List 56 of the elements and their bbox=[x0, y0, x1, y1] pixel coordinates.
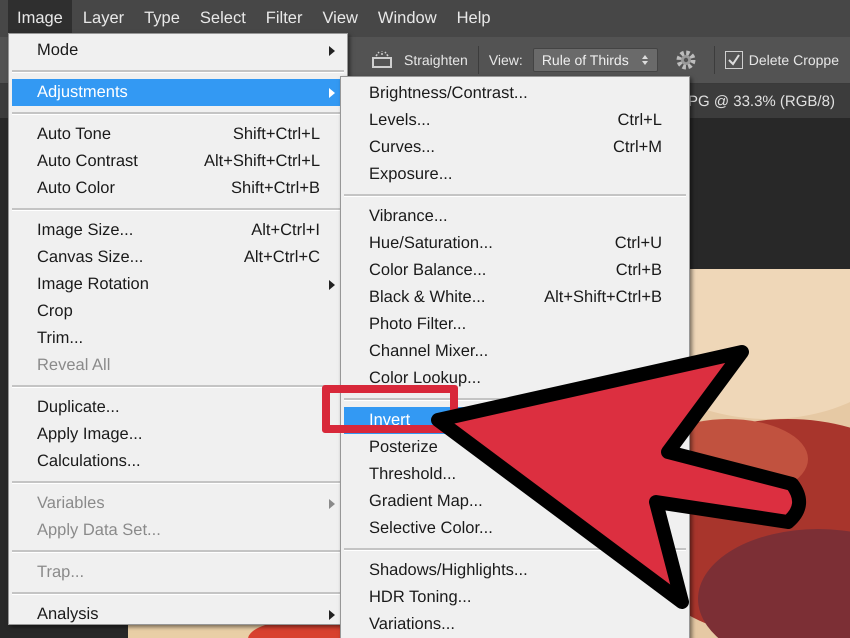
menu-bar-item[interactable]: Select bbox=[190, 0, 255, 37]
menu-item[interactable]: Mode bbox=[37, 41, 78, 59]
menu-item[interactable]: Color Balance... bbox=[369, 261, 486, 279]
menu-item[interactable]: Selective Color... bbox=[369, 519, 493, 537]
menu-item[interactable]: Gradient Map... bbox=[369, 492, 483, 510]
menu-item[interactable]: Curves... bbox=[369, 138, 436, 156]
menu-item[interactable]: Photo Filter... bbox=[369, 315, 466, 333]
menu-item[interactable]: HDR Toning... bbox=[369, 588, 472, 606]
stepper-icon bbox=[640, 54, 649, 66]
menu-item[interactable]: Posterize bbox=[369, 438, 438, 456]
menu-item[interactable]: Levels... bbox=[369, 111, 430, 129]
level-icon[interactable] bbox=[370, 50, 394, 70]
shortcut-label: Shift+Ctrl+L bbox=[232, 125, 320, 144]
shortcut-label: Shift+Ctrl+B bbox=[231, 179, 320, 198]
menu-bar-item[interactable]: Layer bbox=[74, 0, 134, 37]
menu-item[interactable]: Brightness/Contrast... bbox=[369, 84, 528, 102]
menu-item[interactable]: Crop bbox=[37, 302, 73, 320]
shortcut-label: Ctrl+L bbox=[618, 111, 662, 130]
straighten-label[interactable]: Straighten bbox=[404, 52, 468, 68]
menu-item[interactable]: Channel Mixer... bbox=[369, 342, 488, 360]
menu-bar-item[interactable]: Help bbox=[448, 0, 500, 37]
menu-item[interactable]: Shadows/Highlights... bbox=[369, 561, 528, 579]
menu-item[interactable]: Threshold... bbox=[369, 465, 456, 483]
menu-item[interactable]: Auto Contrast bbox=[37, 152, 138, 170]
menu-item[interactable]: Canvas Size... bbox=[37, 248, 144, 266]
menu-item[interactable]: Hue/Saturation... bbox=[369, 234, 493, 252]
menu-item[interactable]: Auto Tone bbox=[37, 125, 112, 143]
menu-bar-item[interactable]: View bbox=[313, 0, 367, 37]
shortcut-label: Ctrl+M bbox=[612, 138, 662, 157]
view-label: View: bbox=[488, 52, 523, 68]
menu-item[interactable]: Analysis bbox=[37, 605, 98, 623]
menu-item[interactable]: Image Rotation bbox=[37, 275, 149, 293]
menu-bar-item[interactable]: Window bbox=[368, 0, 446, 37]
menu-item[interactable]: Duplicate... bbox=[37, 398, 120, 416]
menu-item[interactable]: Variations... bbox=[369, 615, 455, 633]
menu-item[interactable]: Auto Color bbox=[37, 179, 115, 197]
menu-item[interactable]: Vibrance... bbox=[369, 207, 448, 225]
shortcut-label: Alt+Ctrl+I bbox=[251, 221, 320, 240]
view-select[interactable]: Rule of Thirds bbox=[532, 48, 658, 72]
menu-item[interactable]: Calculations... bbox=[37, 452, 141, 470]
shortcut-label: Alt+Ctrl+C bbox=[244, 248, 320, 267]
menu-bar-item[interactable]: Type bbox=[135, 0, 189, 37]
menu-item[interactable]: Image Size... bbox=[37, 221, 134, 239]
menu-item[interactable]: Black & White... bbox=[369, 288, 486, 306]
gear-icon[interactable] bbox=[674, 48, 698, 72]
shortcut-label: Ctrl+U bbox=[614, 234, 662, 253]
menu-item[interactable]: Exposure... bbox=[369, 165, 452, 183]
shortcut-label: Alt+Shift+Ctrl+L bbox=[204, 152, 320, 171]
menu-bar-item[interactable]: Filter bbox=[256, 0, 312, 37]
menu-item[interactable]: Apply Image... bbox=[37, 425, 142, 443]
checkbox[interactable] bbox=[724, 51, 743, 69]
shortcut-label: Ctrl+B bbox=[616, 261, 662, 280]
menu-item[interactable]: Color Lookup... bbox=[369, 369, 481, 387]
menu-item[interactable]: Trim... bbox=[37, 329, 84, 347]
shortcut-label: Alt+Shift+Ctrl+B bbox=[544, 288, 662, 307]
delete-cropped-label[interactable]: Delete Croppe bbox=[748, 52, 839, 68]
